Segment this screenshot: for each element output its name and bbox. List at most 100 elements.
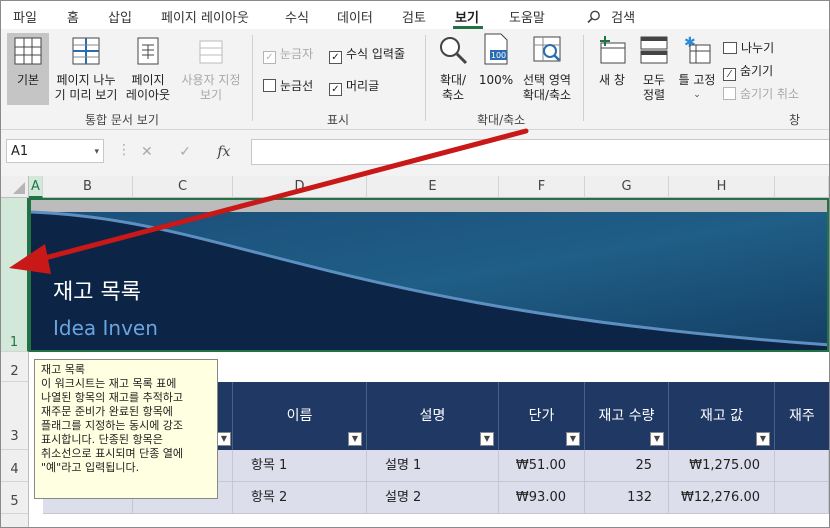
menu-page-layout[interactable]: 페이지 레이아웃 xyxy=(161,7,249,26)
page-break-preview-icon xyxy=(72,37,100,65)
row-header-4[interactable]: 4 xyxy=(1,450,29,482)
table-header-description[interactable]: 설명 ▼ xyxy=(367,382,499,450)
column-header-f[interactable]: F xyxy=(499,176,585,198)
filter-dropdown-icon[interactable]: ▼ xyxy=(480,432,494,446)
custom-views-button[interactable]: 사용자 지정 보기 xyxy=(175,33,247,105)
menu-file[interactable]: 파일 xyxy=(13,7,37,26)
column-header-h[interactable]: H xyxy=(669,176,775,198)
formula-input[interactable] xyxy=(251,139,829,165)
cell-unit-price-1[interactable]: ₩51.00 xyxy=(499,450,585,482)
cell-quantity-1[interactable]: 25 xyxy=(585,450,669,482)
cell-description-2[interactable]: 설명 2 xyxy=(367,482,499,514)
function-icon[interactable]: fx xyxy=(217,144,230,160)
gridlines-label: 눈금선 xyxy=(280,79,314,93)
column-header-d[interactable]: D xyxy=(233,176,367,198)
filter-dropdown-icon[interactable]: ▼ xyxy=(348,432,362,446)
menu-formulas[interactable]: 수식 xyxy=(285,7,309,26)
menu-data[interactable]: 데이터 xyxy=(337,7,373,26)
menu-review[interactable]: 검토 xyxy=(402,7,426,26)
filter-dropdown-icon[interactable]: ▼ xyxy=(650,432,664,446)
ruler-checkbox[interactable]: ✓ 눈금자 xyxy=(263,45,313,64)
freeze-panes-label: 틀 고정 xyxy=(678,73,716,87)
arrange-all-button[interactable]: 모두 정렬 xyxy=(635,33,673,105)
excel-window: 파일 홈 삽입 페이지 레이아웃 수식 데이터 검토 보기 도움말 검색 기본 … xyxy=(0,0,830,528)
normal-view-label: 기본 xyxy=(16,73,40,87)
row-header-3[interactable]: 3 xyxy=(1,382,29,450)
filter-dropdown-icon[interactable]: ▼ xyxy=(756,432,770,446)
select-all-corner[interactable] xyxy=(1,176,29,198)
filter-dropdown-icon[interactable]: ▼ xyxy=(566,432,580,446)
unhide-button[interactable]: 숨기기 취소 xyxy=(723,85,799,102)
custom-views-label-1: 사용자 지정 xyxy=(181,73,241,87)
menu-view[interactable]: 보기 xyxy=(455,7,479,26)
page-break-preview-button[interactable]: 페이지 나누 기 미리 보기 xyxy=(51,33,121,105)
zoom-100-button[interactable]: 100 100% xyxy=(477,33,515,105)
menu-insert[interactable]: 삽입 xyxy=(108,7,132,26)
table-header-quantity[interactable]: 재고 수량 ▼ xyxy=(585,382,669,450)
name-box[interactable]: A1 ▾ xyxy=(6,139,104,163)
zoom-selection-label-1: 선택 영역 xyxy=(523,73,571,87)
column-header-e[interactable]: E xyxy=(367,176,499,198)
split-icon xyxy=(723,42,737,54)
cell-quantity-2[interactable]: 132 xyxy=(585,482,669,514)
menu-home[interactable]: 홈 xyxy=(67,7,79,26)
headings-check-icon: ✓ xyxy=(329,83,342,96)
column-header-c[interactable]: C xyxy=(133,176,233,198)
search-box[interactable]: 검색 xyxy=(587,7,635,26)
cell-reorder-1[interactable] xyxy=(775,450,829,482)
cell-unit-price-2[interactable]: ₩93.00 xyxy=(499,482,585,514)
zoom-to-selection-button[interactable]: 선택 영역 확대/축소 xyxy=(517,33,577,105)
gridlines-checkbox[interactable]: 눈금선 xyxy=(263,77,313,94)
search-label: 검색 xyxy=(611,11,636,26)
zoom-label-1: 확대/ xyxy=(439,73,467,87)
cancel-icon[interactable]: ✕ xyxy=(141,144,153,160)
zoom-button[interactable]: 확대/ 축소 xyxy=(433,33,473,105)
cell-description-1[interactable]: 설명 1 xyxy=(367,450,499,482)
row-header-1[interactable]: 1 xyxy=(1,198,29,352)
split-button[interactable]: 나누기 xyxy=(723,39,774,56)
page-layout-label-2: 레이아웃 xyxy=(125,88,171,102)
banner-image[interactable]: 재고 목록 Idea Inven xyxy=(29,198,829,352)
enter-icon[interactable]: ✓ xyxy=(179,144,191,160)
hide-icon: ⁄ xyxy=(723,68,736,81)
column-header-g[interactable]: G xyxy=(585,176,669,198)
tooltip-line: 표시합니다. 단종된 항목은 xyxy=(41,433,163,446)
ribbon-separator xyxy=(425,35,426,121)
menu-bar: 파일 홈 삽입 페이지 레이아웃 수식 데이터 검토 보기 도움말 검색 xyxy=(1,1,829,29)
table-header-name[interactable]: 이름 ▼ xyxy=(233,382,367,450)
ribbon-separator xyxy=(252,35,253,121)
headings-checkbox[interactable]: ✓ 머리글 xyxy=(329,77,379,96)
formula-bar-checkbox[interactable]: ✓ 수식 입력줄 xyxy=(329,45,405,64)
cell-value-2[interactable]: ₩12,276.00 xyxy=(669,482,775,514)
column-header-b[interactable]: B xyxy=(43,176,133,198)
table-header-value[interactable]: 재고 값 ▼ xyxy=(669,382,775,450)
new-window-button[interactable]: 새 창 xyxy=(591,33,633,105)
cell-name-1[interactable]: 항목 1 xyxy=(233,450,367,482)
page-layout-button[interactable]: 페이지 레이아웃 xyxy=(123,33,173,105)
ruler-check-icon: ✓ xyxy=(263,51,276,64)
cell-name-2[interactable]: 항목 2 xyxy=(233,482,367,514)
menu-help[interactable]: 도움말 xyxy=(509,7,545,26)
table-header-reorder[interactable]: 재주 xyxy=(775,382,829,450)
table-header-description-label: 설명 xyxy=(419,408,446,424)
chevron-down-icon[interactable]: ▾ xyxy=(94,140,99,164)
cell-reorder-2[interactable] xyxy=(775,482,829,514)
row-6-cells[interactable] xyxy=(29,514,829,527)
column-header-next[interactable] xyxy=(775,176,829,198)
table-header-unit-price-label: 단가 xyxy=(528,408,555,424)
gridlines-check-icon xyxy=(263,79,276,92)
page-layout-label-1: 페이지 xyxy=(131,73,165,87)
row-header-5[interactable]: 5 xyxy=(1,482,29,514)
filter-dropdown-icon[interactable]: ▼ xyxy=(217,432,231,446)
zoom-100-icon-text: 100 xyxy=(491,51,506,60)
table-header-unit-price[interactable]: 단가 ▼ xyxy=(499,382,585,450)
normal-view-button[interactable]: 기본 xyxy=(7,33,49,105)
tooltip-line: 재주문 준비가 완료된 항목에 xyxy=(41,405,173,418)
row-header-2[interactable]: 2 xyxy=(1,352,29,382)
freeze-panes-icon: ✱ xyxy=(684,35,711,64)
hide-button[interactable]: ⁄ 숨기기 xyxy=(723,62,773,81)
column-header-a[interactable]: A xyxy=(29,176,43,198)
freeze-panes-button[interactable]: ✱ 틀 고정 ⌄ xyxy=(675,33,719,105)
cell-value-1[interactable]: ₩1,275.00 xyxy=(669,450,775,482)
row-header-6[interactable] xyxy=(1,514,29,527)
